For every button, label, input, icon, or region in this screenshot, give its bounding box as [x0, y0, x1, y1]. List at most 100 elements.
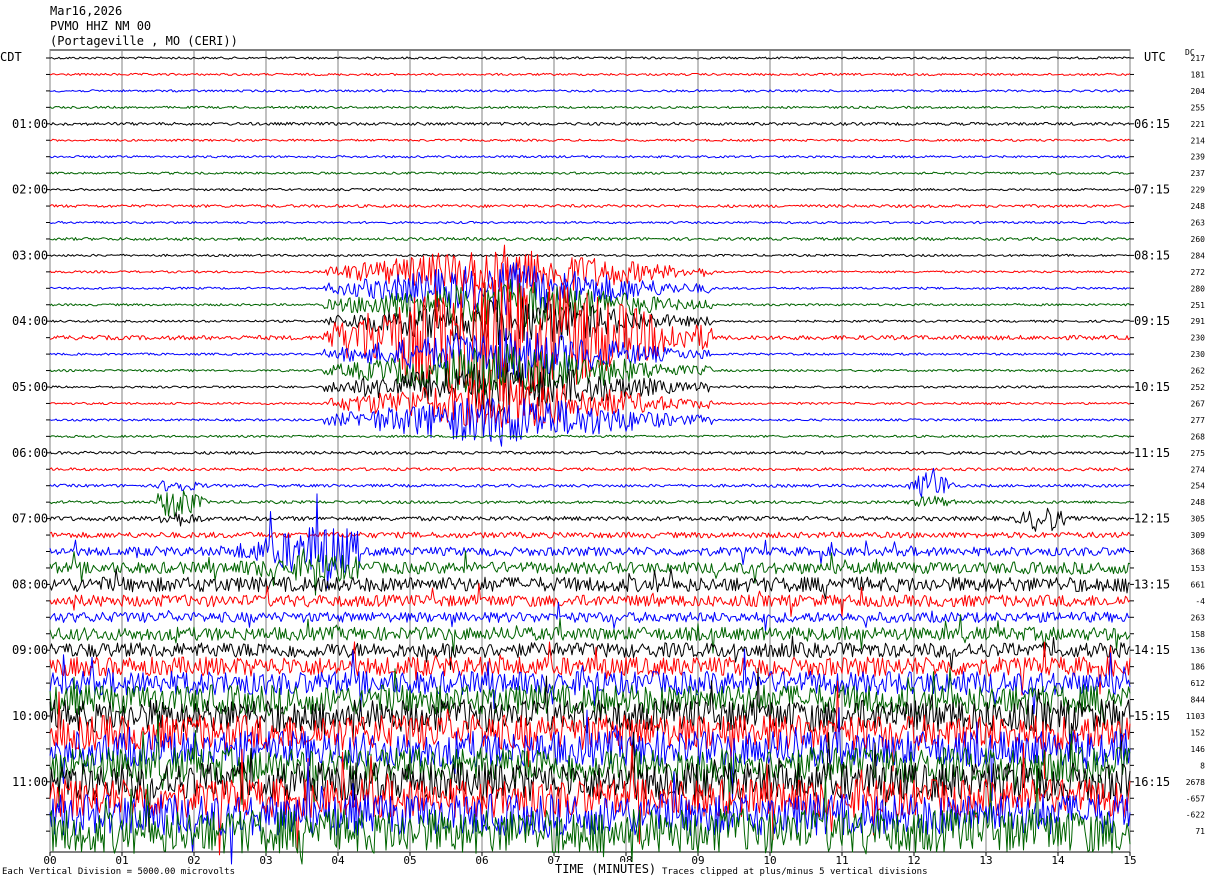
trace-row-5	[49, 138, 1131, 142]
dc-offset-label: 263	[1191, 219, 1206, 228]
trace-layer	[49, 56, 1131, 865]
right-hour-label: 14:15	[1134, 643, 1170, 657]
left-hour-label: 09:00	[12, 643, 48, 657]
trace-row-9	[49, 204, 1131, 208]
dc-offset-label: 186	[1191, 663, 1206, 672]
right-hour-label: 13:15	[1134, 577, 1170, 591]
seismogram-plot: 00 01 02 03 04 05 06 07 08 09 10 11 12 13 14 1521718120…	[12, 49, 1206, 867]
left-hour-label: 03:00	[12, 248, 48, 262]
x-tick-label: 12	[907, 854, 920, 867]
trace-row-12	[49, 253, 1131, 257]
dc-offset-label: 268	[1191, 432, 1206, 441]
dc-offset-label: 612	[1191, 679, 1206, 688]
dc-offset-label: 2678	[1186, 778, 1205, 787]
plot-frame	[49, 49, 1131, 853]
dc-offset-label: 284	[1191, 251, 1206, 260]
dc-offset-label: 267	[1191, 399, 1206, 408]
trace-row-7	[49, 171, 1131, 175]
trace-row-14	[49, 262, 1131, 316]
x-tick-label: 06	[475, 854, 488, 867]
x-tick-label: 13	[979, 854, 992, 867]
trace-row-29	[49, 531, 1131, 539]
trace-row-2	[49, 89, 1131, 93]
left-hour-label: 08:00	[12, 577, 48, 591]
dc-offset-label: 217	[1191, 54, 1206, 63]
left-hour-label: 06:00	[12, 446, 48, 460]
dc-offset-label: 152	[1191, 728, 1206, 737]
dc-offset-label: 280	[1191, 284, 1206, 293]
x-tick-label: 01	[115, 854, 128, 867]
x-tick-label: 00	[43, 854, 56, 867]
right-hour-label: 11:15	[1134, 446, 1170, 460]
left-hour-label: 05:00	[12, 380, 48, 394]
trace-row-30	[49, 493, 1131, 589]
dc-offset-label: 305	[1191, 515, 1206, 524]
dc-offset-label: 368	[1191, 548, 1206, 557]
dc-offset-label: 252	[1191, 383, 1206, 392]
dc-offset-label: 204	[1191, 87, 1206, 96]
left-hour-label: 10:00	[12, 709, 48, 723]
right-hour-label: 12:15	[1134, 512, 1170, 526]
trace-row-10	[49, 220, 1131, 225]
dc-offset-label: 237	[1191, 169, 1206, 178]
right-hour-label: 16:15	[1134, 775, 1170, 789]
trace-row-28	[49, 507, 1131, 532]
dc-offset-label: -657	[1186, 794, 1205, 803]
trace-row-31	[49, 548, 1131, 596]
dc-offset-label: 1103	[1186, 712, 1205, 721]
dc-offset-label: 181	[1191, 70, 1206, 79]
dc-offset-label: 248	[1191, 498, 1206, 507]
dc-offset-label: 229	[1191, 186, 1206, 195]
trace-row-1	[49, 72, 1131, 77]
dc-offset-label: 214	[1191, 136, 1206, 145]
dc-offset-label: 309	[1191, 531, 1206, 540]
x-tick-label: 15	[1123, 854, 1136, 867]
scale-note: Each Vertical Division = 5000.00 microvo…	[2, 867, 235, 877]
dc-offset-label: 277	[1191, 416, 1206, 425]
x-tick-label: 03	[259, 854, 272, 867]
left-hour-label: 04:00	[12, 314, 48, 328]
dc-offset-label: 8	[1200, 761, 1205, 770]
right-hour-label: 09:15	[1134, 314, 1170, 328]
trace-row-27	[49, 490, 1131, 517]
trace-row-8	[49, 188, 1131, 192]
dc-offset-label: 262	[1191, 367, 1206, 376]
trace-row-4	[49, 121, 1131, 126]
dc-offset-label: 248	[1191, 202, 1206, 211]
dc-offset-label: 230	[1191, 350, 1206, 359]
dc-offset-label: -4	[1195, 597, 1205, 606]
dc-offset-label: 136	[1191, 646, 1206, 655]
dc-offset-label: 230	[1191, 334, 1206, 343]
trace-row-24	[49, 450, 1131, 455]
right-hour-label: 08:15	[1134, 248, 1170, 262]
dc-offset-label: 158	[1191, 630, 1206, 639]
dc-offset-label: 275	[1191, 449, 1206, 458]
dc-offset-label: 661	[1191, 580, 1206, 589]
dc-offset-label: 146	[1191, 745, 1206, 754]
trace-row-26	[49, 467, 1131, 498]
trace-row-0	[49, 56, 1131, 60]
trace-row-32	[49, 568, 1131, 600]
x-tick-label: 14	[1051, 854, 1065, 867]
x-tick-label: 10	[763, 854, 776, 867]
trace-row-6	[49, 155, 1131, 159]
right-hour-label: 10:15	[1134, 380, 1170, 394]
trace-row-11	[49, 237, 1131, 241]
trace-row-3	[49, 105, 1131, 109]
trace-row-22	[49, 398, 1131, 447]
trace-row-34	[49, 601, 1131, 632]
right-hour-label: 15:15	[1134, 709, 1170, 723]
dc-offset-label: 272	[1191, 268, 1206, 277]
dc-offset-label: 254	[1191, 482, 1206, 491]
dc-offset-label: 153	[1191, 564, 1206, 573]
dc-offset-label: 260	[1191, 235, 1206, 244]
left-hour-label: 02:00	[12, 183, 48, 197]
trace-row-33	[49, 583, 1131, 617]
dc-offset-label: 221	[1191, 120, 1206, 129]
x-axis-title: TIME (MINUTES)	[553, 862, 659, 876]
dc-offset-label: -622	[1186, 811, 1205, 820]
left-hour-label: 07:00	[12, 512, 48, 526]
trace-row-23	[49, 434, 1131, 438]
right-hour-label: 06:15	[1134, 117, 1170, 131]
dc-offset-label: 263	[1191, 613, 1206, 622]
